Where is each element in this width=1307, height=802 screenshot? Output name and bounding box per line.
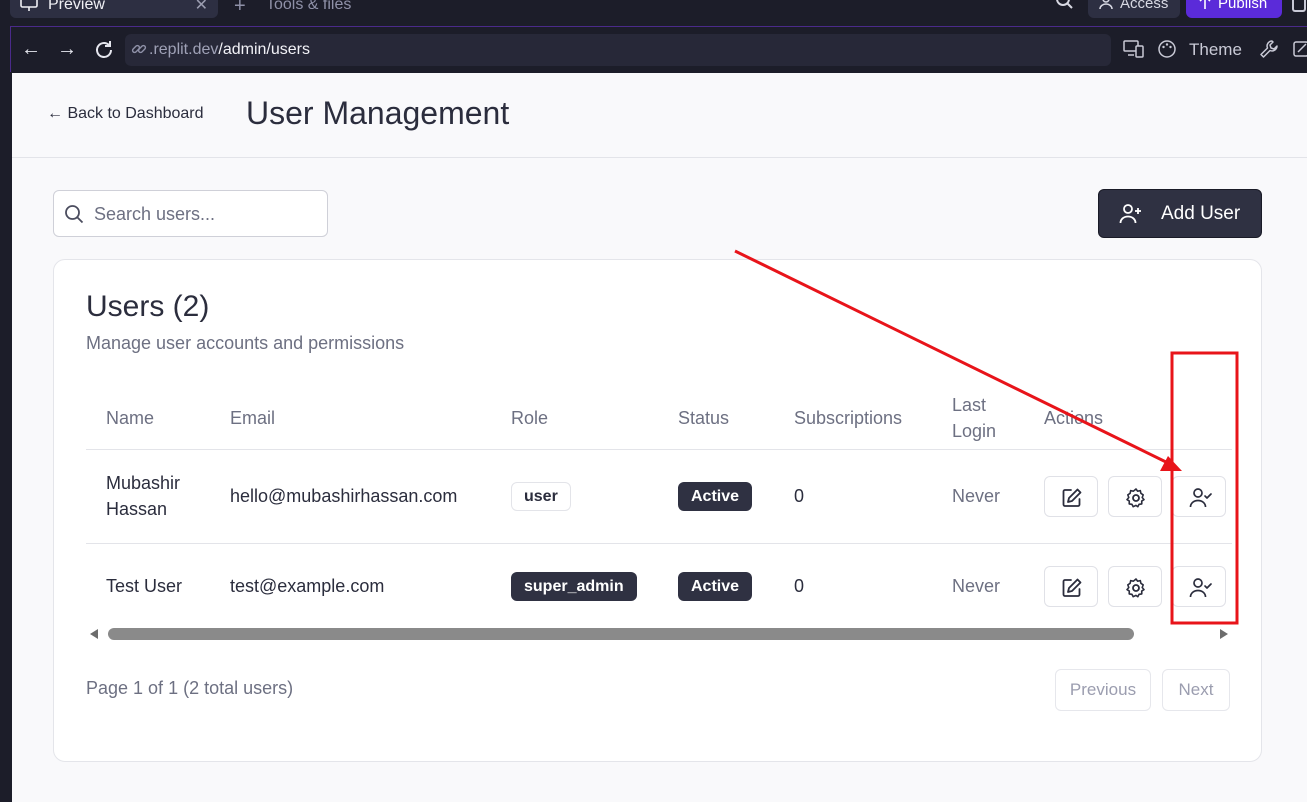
user-settings-button[interactable] — [1108, 476, 1162, 517]
forward-arrow-icon[interactable]: → — [55, 37, 79, 61]
col-header-last-login: Last Login — [952, 395, 997, 441]
col-header-status: Status — [678, 408, 730, 428]
last-login: Never — [952, 576, 1001, 596]
search-input[interactable] — [94, 201, 319, 227]
assign-user-button[interactable] — [1172, 566, 1226, 607]
user-email: test@example.com — [230, 576, 385, 596]
status-badge: Active — [678, 482, 753, 511]
upload-icon — [1199, 0, 1211, 9]
access-label: Access — [1120, 0, 1169, 12]
edit-user-button[interactable] — [1044, 566, 1098, 607]
user-settings-button[interactable] — [1108, 566, 1162, 607]
gear-icon — [1126, 488, 1145, 508]
subscriptions-count: 0 — [794, 576, 805, 596]
previous-page-button[interactable]: Previous — [1055, 669, 1151, 711]
horizontal-scrollbar[interactable] — [86, 626, 1232, 642]
panel-icon[interactable] — [1292, 0, 1306, 12]
search-icon — [65, 205, 84, 224]
external-link-icon[interactable] — [1293, 39, 1307, 59]
role-badge: user — [511, 482, 571, 511]
back-to-dashboard-link[interactable]: ← Back to Dashboard — [47, 105, 204, 123]
user-check-icon — [1189, 488, 1212, 508]
pagination-info: Page 1 of 1 (2 total users) — [86, 678, 294, 698]
tab-preview[interactable]: Preview ✕ — [10, 0, 218, 18]
divider — [86, 449, 1232, 450]
user-name: Mubashir Hassan — [106, 473, 181, 519]
add-user-button[interactable]: Add User — [1098, 189, 1262, 238]
plus-icon: + — [234, 0, 246, 17]
search-field[interactable] — [53, 190, 328, 237]
user-icon — [1099, 0, 1113, 10]
col-header-email: Email — [230, 408, 276, 428]
publish-button[interactable]: Publish — [1186, 0, 1282, 18]
col-header-name: Name — [106, 408, 155, 428]
page-title: User Management — [246, 95, 510, 131]
card-title: Users (2) — [86, 290, 210, 323]
monitor-icon — [20, 0, 38, 11]
url-text: .replit.dev/admin/users — [149, 41, 310, 58]
palette-icon[interactable] — [1157, 39, 1177, 59]
assign-user-button[interactable] — [1172, 476, 1226, 517]
link-icon — [131, 44, 147, 54]
theme-label[interactable]: Theme — [1189, 40, 1242, 60]
scroll-left-arrow-icon[interactable] — [90, 629, 98, 639]
next-page-button[interactable]: Next — [1162, 669, 1230, 711]
browser-toolbar: ← → .replit.dev/admin/users Theme — [10, 26, 1307, 72]
user-plus-icon — [1119, 204, 1141, 224]
subscriptions-count: 0 — [794, 486, 805, 506]
edit-icon — [1062, 578, 1082, 597]
refresh-icon[interactable] — [93, 39, 115, 61]
back-arrow-icon[interactable]: ← — [19, 37, 43, 61]
devices-icon[interactable] — [1123, 39, 1145, 59]
divider — [86, 543, 1232, 544]
scroll-right-arrow-icon[interactable] — [1220, 629, 1228, 639]
user-email: hello@mubashirhassan.com — [230, 486, 458, 506]
wrench-icon[interactable] — [1259, 39, 1279, 59]
col-header-actions: Actions — [1044, 408, 1104, 428]
edit-icon — [1062, 488, 1082, 507]
access-button[interactable]: Access — [1088, 0, 1180, 18]
tab-tools-label: Tools & files — [266, 0, 352, 13]
edit-user-button[interactable] — [1044, 476, 1098, 517]
tab-preview-label: Preview — [48, 0, 105, 13]
users-card: Users (2) Manage user accounts and permi… — [53, 259, 1262, 762]
role-badge: super_admin — [511, 572, 637, 601]
close-icon[interactable]: ✕ — [195, 0, 208, 15]
app-page: ← Back to Dashboard User Management Add … — [12, 73, 1307, 802]
last-login: Never — [952, 486, 1001, 506]
status-badge: Active — [678, 572, 753, 601]
col-header-role: Role — [511, 408, 549, 428]
user-name: Test User — [106, 576, 183, 596]
page-header: ← Back to Dashboard User Management — [12, 73, 1307, 158]
card-subtitle: Manage user accounts and permissions — [86, 333, 405, 353]
gear-icon — [1126, 578, 1145, 598]
col-header-subscriptions: Subscriptions — [794, 408, 903, 428]
search-icon[interactable] — [1054, 0, 1074, 10]
top-tab-strip: Preview ✕ + Tools & files Access Publish — [0, 0, 1307, 26]
publish-label: Publish — [1218, 0, 1268, 12]
add-user-label: Add User — [1161, 203, 1241, 224]
scrollbar-thumb[interactable] — [108, 628, 1134, 640]
user-check-icon — [1189, 578, 1212, 598]
url-bar[interactable]: .replit.dev/admin/users — [125, 34, 1111, 66]
